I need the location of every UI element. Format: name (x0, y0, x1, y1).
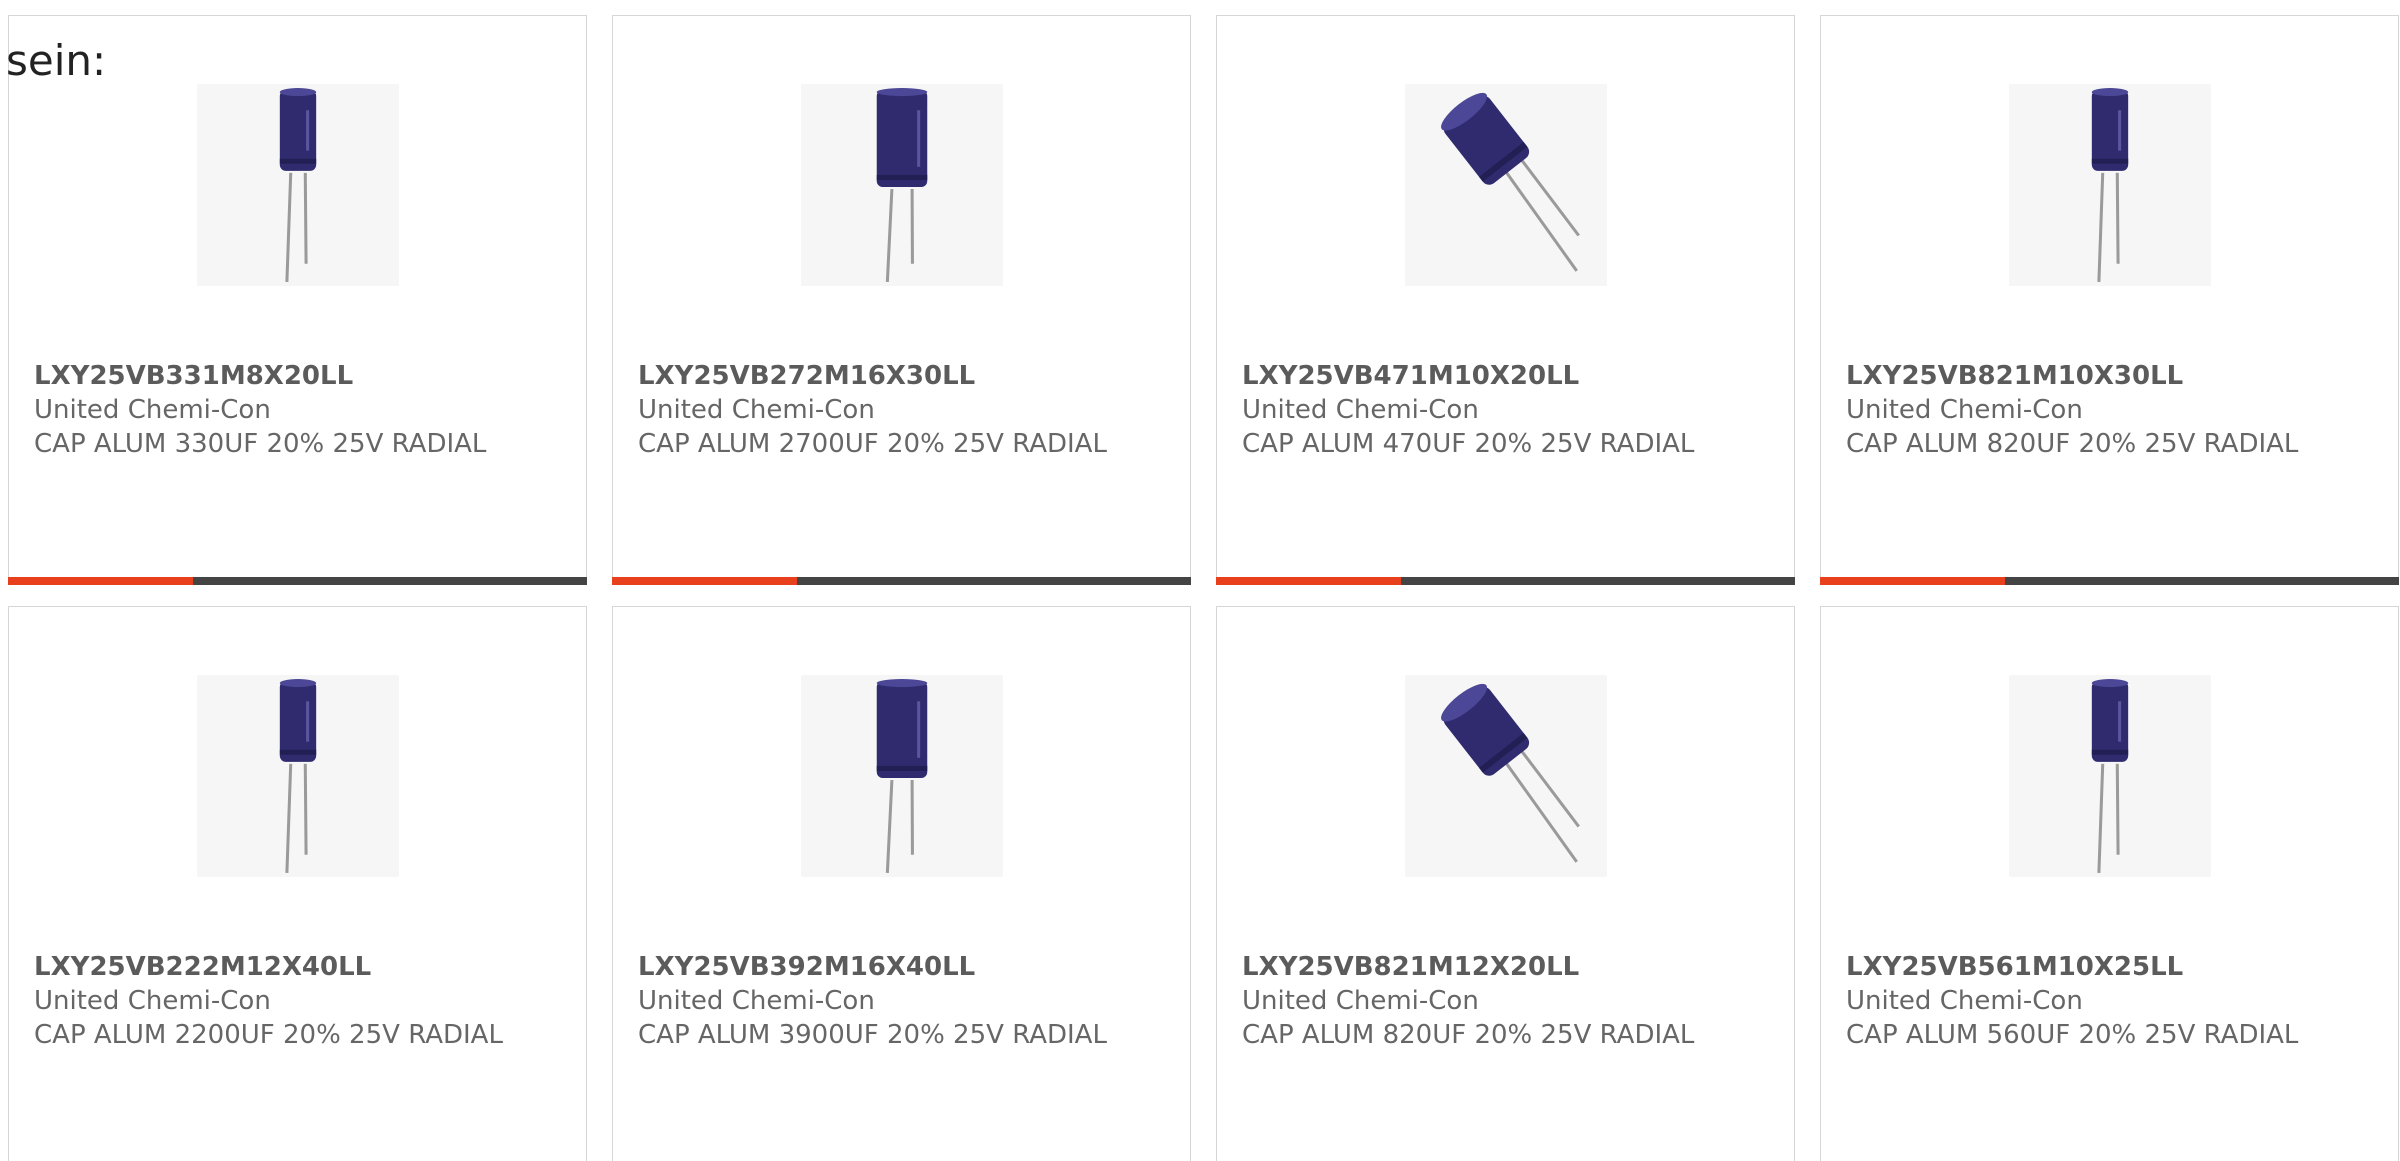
product-info: LXY25VB222M12X40LL United Chemi-Con CAP … (34, 950, 554, 1052)
manufacturer-name: United Chemi-Con (34, 986, 271, 1016)
capacitor-product-image (197, 84, 399, 286)
progress-bar (1820, 577, 2399, 585)
product-info: LXY25VB331M8X20LL United Chemi-Con CAP A… (34, 359, 554, 461)
product-description: CAP ALUM 470UF 20% 25V RADIAL (1242, 429, 1695, 459)
part-number[interactable]: LXY25VB331M8X20LL (34, 359, 554, 393)
product-description: CAP ALUM 330UF 20% 25V RADIAL (34, 429, 487, 459)
part-number[interactable]: LXY25VB821M10X30LL (1846, 359, 2366, 393)
product-grid: LXY25VB331M8X20LL United Chemi-Con CAP A… (8, 15, 2400, 1161)
capacitor-product-image (2009, 84, 2211, 286)
product-description: CAP ALUM 820UF 20% 25V RADIAL (1846, 429, 2299, 459)
manufacturer-name: United Chemi-Con (1242, 395, 1479, 425)
product-card[interactable]: LXY25VB821M12X20LL United Chemi-Con CAP … (1216, 606, 1795, 1161)
product-info: LXY25VB821M10X30LL United Chemi-Con CAP … (1846, 359, 2366, 461)
progress-fill (1820, 577, 2006, 585)
product-description: CAP ALUM 2700UF 20% 25V RADIAL (638, 429, 1107, 459)
intro-text: sein: (6, 36, 107, 85)
product-card[interactable]: LXY25VB471M10X20LL United Chemi-Con CAP … (1216, 15, 1795, 585)
capacitor-product-image (197, 675, 399, 877)
manufacturer-name: United Chemi-Con (638, 986, 875, 1016)
progress-fill (8, 577, 194, 585)
part-number[interactable]: LXY25VB272M16X30LL (638, 359, 1158, 393)
manufacturer-name: United Chemi-Con (34, 395, 271, 425)
product-card[interactable]: LXY25VB821M10X30LL United Chemi-Con CAP … (1820, 15, 2399, 585)
capacitor-product-image (801, 675, 1003, 877)
product-card[interactable]: LXY25VB222M12X40LL United Chemi-Con CAP … (8, 606, 587, 1161)
manufacturer-name: United Chemi-Con (638, 395, 875, 425)
product-info: LXY25VB272M16X30LL United Chemi-Con CAP … (638, 359, 1158, 461)
product-card[interactable]: LXY25VB392M16X40LL United Chemi-Con CAP … (612, 606, 1191, 1161)
product-info: LXY25VB821M12X20LL United Chemi-Con CAP … (1242, 950, 1762, 1052)
part-number[interactable]: LXY25VB392M16X40LL (638, 950, 1158, 984)
product-description: CAP ALUM 560UF 20% 25V RADIAL (1846, 1020, 2299, 1050)
manufacturer-name: United Chemi-Con (1242, 986, 1479, 1016)
capacitor-product-image (1405, 84, 1607, 286)
product-description: CAP ALUM 3900UF 20% 25V RADIAL (638, 1020, 1107, 1050)
part-number[interactable]: LXY25VB222M12X40LL (34, 950, 554, 984)
manufacturer-name: United Chemi-Con (1846, 986, 2083, 1016)
product-info: LXY25VB392M16X40LL United Chemi-Con CAP … (638, 950, 1158, 1052)
part-number[interactable]: LXY25VB561M10X25LL (1846, 950, 2366, 984)
progress-fill (612, 577, 798, 585)
product-card[interactable]: LXY25VB561M10X25LL United Chemi-Con CAP … (1820, 606, 2399, 1161)
manufacturer-name: United Chemi-Con (1846, 395, 2083, 425)
product-listing-page: sein: LXY25VB331M8X20LL United Chemi-Con… (0, 0, 2400, 1161)
product-info: LXY25VB561M10X25LL United Chemi-Con CAP … (1846, 950, 2366, 1052)
capacitor-product-image (1405, 675, 1607, 877)
progress-bar (8, 577, 587, 585)
progress-fill (1216, 577, 1402, 585)
progress-bar (1216, 577, 1795, 585)
part-number[interactable]: LXY25VB821M12X20LL (1242, 950, 1762, 984)
progress-bar (612, 577, 1191, 585)
capacitor-product-image (801, 84, 1003, 286)
product-card[interactable]: LXY25VB272M16X30LL United Chemi-Con CAP … (612, 15, 1191, 585)
product-description: CAP ALUM 2200UF 20% 25V RADIAL (34, 1020, 503, 1050)
part-number[interactable]: LXY25VB471M10X20LL (1242, 359, 1762, 393)
product-info: LXY25VB471M10X20LL United Chemi-Con CAP … (1242, 359, 1762, 461)
capacitor-product-image (2009, 675, 2211, 877)
product-card[interactable]: LXY25VB331M8X20LL United Chemi-Con CAP A… (8, 15, 587, 585)
product-description: CAP ALUM 820UF 20% 25V RADIAL (1242, 1020, 1695, 1050)
